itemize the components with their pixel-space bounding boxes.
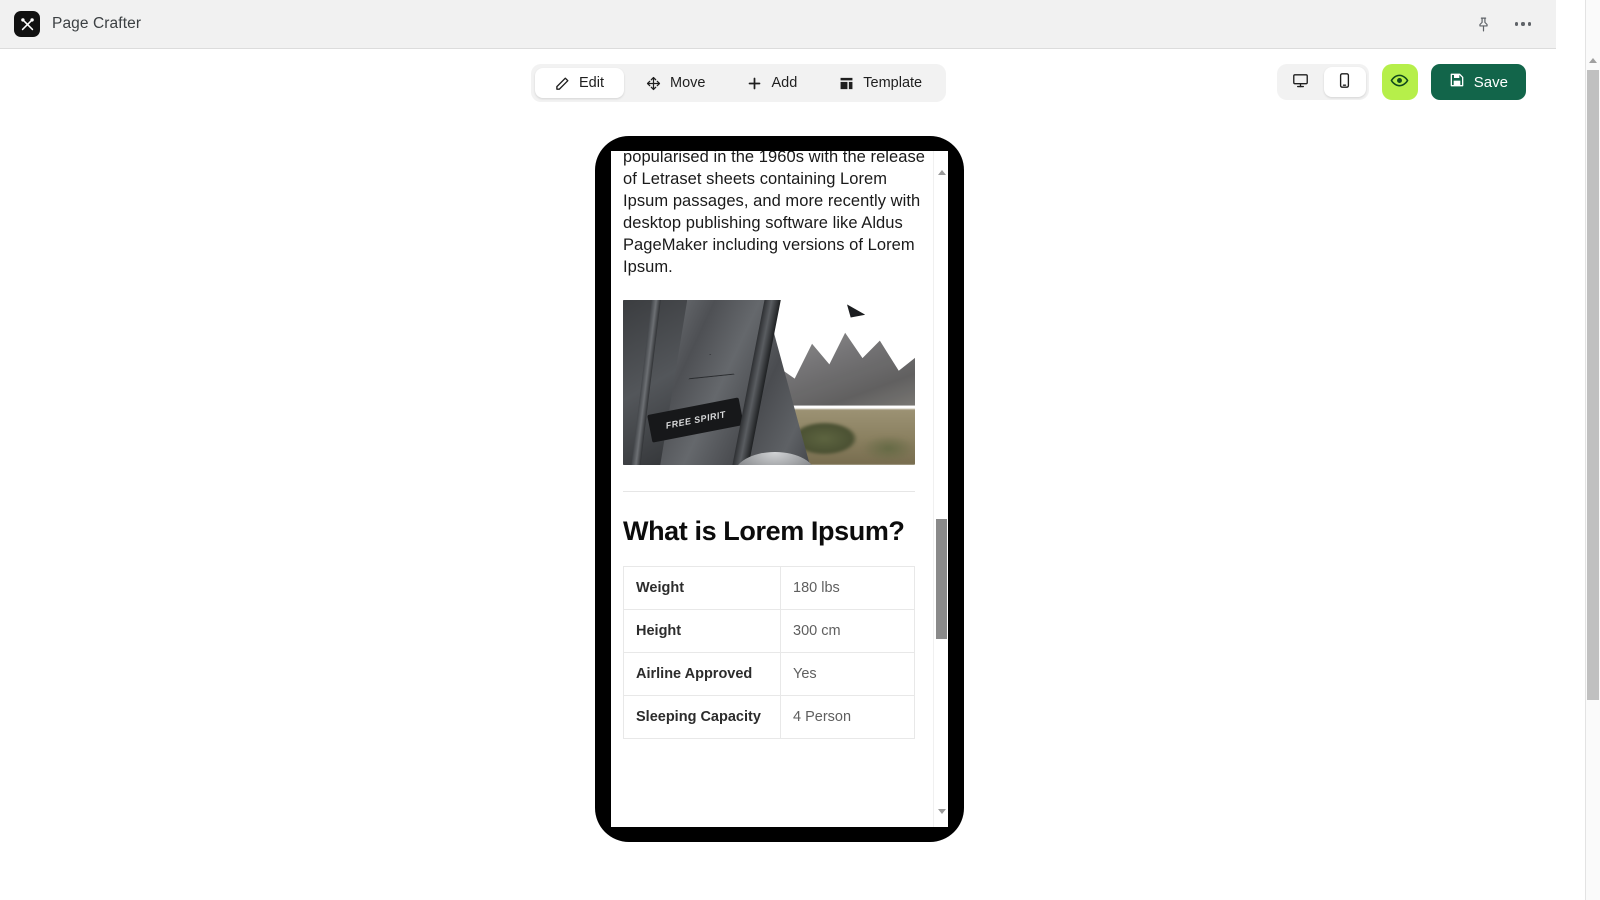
specs-table: Weight 180 lbs Height 300 cm Airline App… xyxy=(623,566,915,739)
save-button[interactable]: Save xyxy=(1430,64,1526,100)
spec-value: Yes xyxy=(780,652,915,696)
spec-value: 4 Person xyxy=(780,695,915,739)
spec-key: Airline Approved xyxy=(623,652,781,696)
browser-scrollbar-thumb[interactable] xyxy=(1587,70,1599,700)
monitor-icon xyxy=(1292,72,1309,92)
more-horizontal-icon[interactable] xyxy=(1510,11,1536,37)
table-row: Height 300 cm xyxy=(623,609,915,653)
layout-icon xyxy=(839,76,854,91)
tab-move-label: Move xyxy=(670,75,706,91)
phone-screen[interactable]: essentially unchanged. It was popularise… xyxy=(611,151,948,827)
scroll-up-arrow-icon[interactable] xyxy=(934,165,948,180)
phone-mockup: essentially unchanged. It was popularise… xyxy=(595,136,964,842)
spec-key: Sleeping Capacity xyxy=(623,695,781,739)
editor-canvas: Edit Move Add Template Save popularised … xyxy=(0,49,1556,900)
preview-scrollbar-thumb[interactable] xyxy=(936,519,947,639)
section-title: What is Lorem Ipsum? xyxy=(623,516,905,546)
smartphone-icon xyxy=(1336,72,1353,92)
photo-bush-secondary xyxy=(862,435,915,462)
preview-paragraph: popularised in the 1960s with the releas… xyxy=(623,151,925,276)
eye-icon xyxy=(1390,71,1409,93)
editor-toolbar: Edit Move Add Template Save xyxy=(0,64,1556,108)
tab-edit[interactable]: Edit xyxy=(535,68,624,98)
move-arrows-icon xyxy=(646,76,661,91)
mode-switcher: Edit Move Add Template xyxy=(531,64,947,102)
pencil-icon xyxy=(555,76,570,91)
browser-scrollbar[interactable] xyxy=(1585,0,1600,900)
hero-image[interactable]: FREE SPIRIT xyxy=(623,300,915,465)
tab-move[interactable]: Move xyxy=(626,68,725,98)
specs-table-body: Weight 180 lbs Height 300 cm Airline App… xyxy=(623,566,915,739)
floppy-disk-icon xyxy=(1449,72,1465,92)
table-row: Weight 180 lbs xyxy=(623,566,915,610)
preview-button[interactable] xyxy=(1381,64,1418,100)
brand: Page Crafter xyxy=(14,11,141,37)
device-desktop-button[interactable] xyxy=(1280,67,1322,97)
table-row: Airline Approved Yes xyxy=(623,652,915,696)
device-toggle xyxy=(1276,64,1369,100)
header-actions xyxy=(1470,11,1542,37)
scroll-down-arrow-icon[interactable] xyxy=(934,804,948,819)
save-button-label: Save xyxy=(1473,73,1508,91)
tab-template-label: Template xyxy=(863,75,923,91)
content-divider xyxy=(623,491,915,492)
tab-template[interactable]: Template xyxy=(819,68,942,98)
spec-value: 300 cm xyxy=(780,609,915,653)
crossed-tools-icon xyxy=(14,11,40,37)
plus-icon xyxy=(747,76,762,91)
table-row: Sleeping Capacity 4 Person xyxy=(623,695,915,739)
preview-scrollbar[interactable] xyxy=(933,151,948,827)
spec-key: Weight xyxy=(623,566,781,610)
browser-scroll-up-arrow-icon[interactable] xyxy=(1586,52,1600,68)
toolbar-right-controls: Save xyxy=(1276,64,1526,100)
app-header: Page Crafter xyxy=(0,0,1556,49)
tab-add-label: Add xyxy=(771,75,798,91)
device-mobile-button[interactable] xyxy=(1323,67,1366,97)
pushpin-icon[interactable] xyxy=(1470,11,1496,37)
photo-brand-badge-text: FREE SPIRIT xyxy=(665,408,727,431)
app-title: Page Crafter xyxy=(52,15,142,32)
spec-value: 180 lbs xyxy=(780,566,915,610)
tab-add[interactable]: Add xyxy=(727,68,817,98)
preview-content: essentially unchanged. It was popularise… xyxy=(611,151,948,739)
tab-edit-label: Edit xyxy=(579,75,604,91)
spec-key: Height xyxy=(623,609,781,653)
